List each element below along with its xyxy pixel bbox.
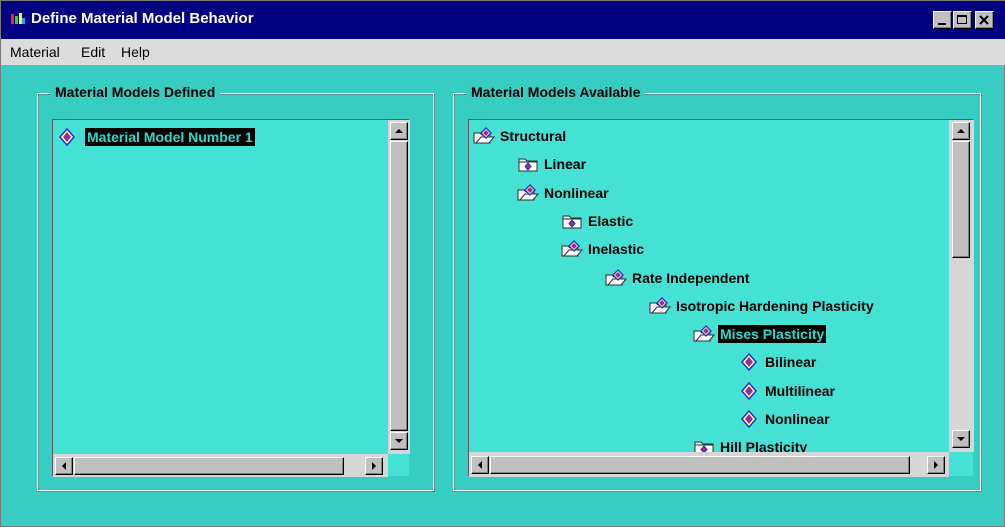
vertical-scrollbar[interactable]	[949, 120, 974, 452]
menu-bar: Material Edit Help	[1, 39, 1005, 65]
material-models-available-label: Material Models Available	[466, 84, 646, 100]
horizontal-scrollbar[interactable]	[53, 454, 388, 477]
maximize-icon	[957, 15, 967, 24]
tree-item-label: Hill Plasticity	[720, 439, 808, 452]
scroll-right-button[interactable]	[365, 457, 383, 475]
scroll-thumb[interactable]	[390, 141, 408, 431]
folder-icon	[693, 325, 716, 348]
arrow-down-icon	[395, 439, 403, 443]
material-model-icon	[59, 128, 75, 146]
tree-item-label: Mises Plasticity	[718, 325, 827, 343]
menu-edit[interactable]: Edit	[81, 44, 105, 60]
close-button[interactable]	[975, 11, 994, 29]
window-title: Define Material Model Behavior	[31, 10, 254, 27]
defined-models-list[interactable]: Material Model Number 1	[52, 119, 410, 477]
maximize-button[interactable]	[953, 11, 972, 29]
folder-icon	[561, 240, 584, 263]
folder-icon	[473, 127, 496, 150]
folder-icon	[517, 184, 540, 207]
arrow-left-icon	[62, 462, 66, 470]
minimize-icon	[938, 23, 946, 25]
folder-icon	[649, 297, 672, 320]
tree-content: Structural Linear Nonlinear Elastic Inelasti…	[469, 120, 949, 452]
scroll-up-button[interactable]	[952, 122, 970, 140]
title-bar[interactable]: Define Material Model Behavior	[1, 1, 1005, 39]
arrow-up-icon	[395, 129, 403, 133]
scroll-thumb[interactable]	[952, 141, 970, 258]
arrow-right-icon	[934, 461, 938, 469]
scroll-thumb[interactable]	[490, 456, 910, 474]
material-model-icon	[741, 381, 757, 405]
define-material-model-window: Define Material Model Behavior Material …	[0, 0, 1005, 527]
tree-item-label: Nonlinear	[544, 185, 609, 201]
arrow-down-icon	[957, 437, 965, 441]
arrow-up-icon	[957, 129, 965, 133]
tree-item-label: Multilinear	[765, 383, 836, 399]
menu-help[interactable]: Help	[121, 44, 150, 60]
folder-icon	[605, 269, 628, 292]
tree-item-label: Bilinear	[765, 354, 817, 370]
material-model-icon	[741, 352, 757, 376]
scroll-up-button[interactable]	[390, 122, 408, 140]
menu-material[interactable]: Material	[10, 44, 60, 60]
vertical-scrollbar[interactable]	[388, 120, 410, 454]
tree-item-label: Linear	[544, 156, 587, 172]
close-icon	[979, 15, 989, 25]
closed-folder-icon	[517, 155, 539, 178]
tree-item-label: Structural	[500, 128, 567, 144]
material-model-icon	[741, 409, 757, 433]
arrow-left-icon	[478, 461, 482, 469]
scroll-left-button[interactable]	[471, 456, 489, 474]
tree-item-label: Nonlinear	[765, 411, 830, 427]
tree-item-label: Isotropic Hardening Plasticity	[676, 298, 874, 314]
horizontal-scrollbar[interactable]	[469, 452, 949, 477]
available-models-tree[interactable]: Structural Linear Nonlinear Elastic Inelasti…	[468, 119, 974, 477]
scroll-left-button[interactable]	[55, 457, 73, 475]
app-icon	[11, 13, 25, 24]
scroll-right-button[interactable]	[927, 456, 945, 474]
material-models-defined-label: Material Models Defined	[50, 84, 221, 100]
scroll-down-button[interactable]	[952, 430, 970, 448]
tree-item-label: Elastic	[588, 213, 634, 229]
arrow-right-icon	[372, 462, 376, 470]
minimize-button[interactable]	[933, 11, 952, 29]
tree-item-label: Rate Independent	[632, 270, 750, 286]
scroll-thumb[interactable]	[74, 457, 344, 475]
closed-folder-icon	[561, 212, 583, 235]
tree-item-label: Inelastic	[588, 241, 645, 257]
scroll-down-button[interactable]	[390, 432, 408, 450]
list-item-label: Material Model Number 1	[85, 128, 255, 146]
closed-folder-icon	[693, 438, 715, 452]
